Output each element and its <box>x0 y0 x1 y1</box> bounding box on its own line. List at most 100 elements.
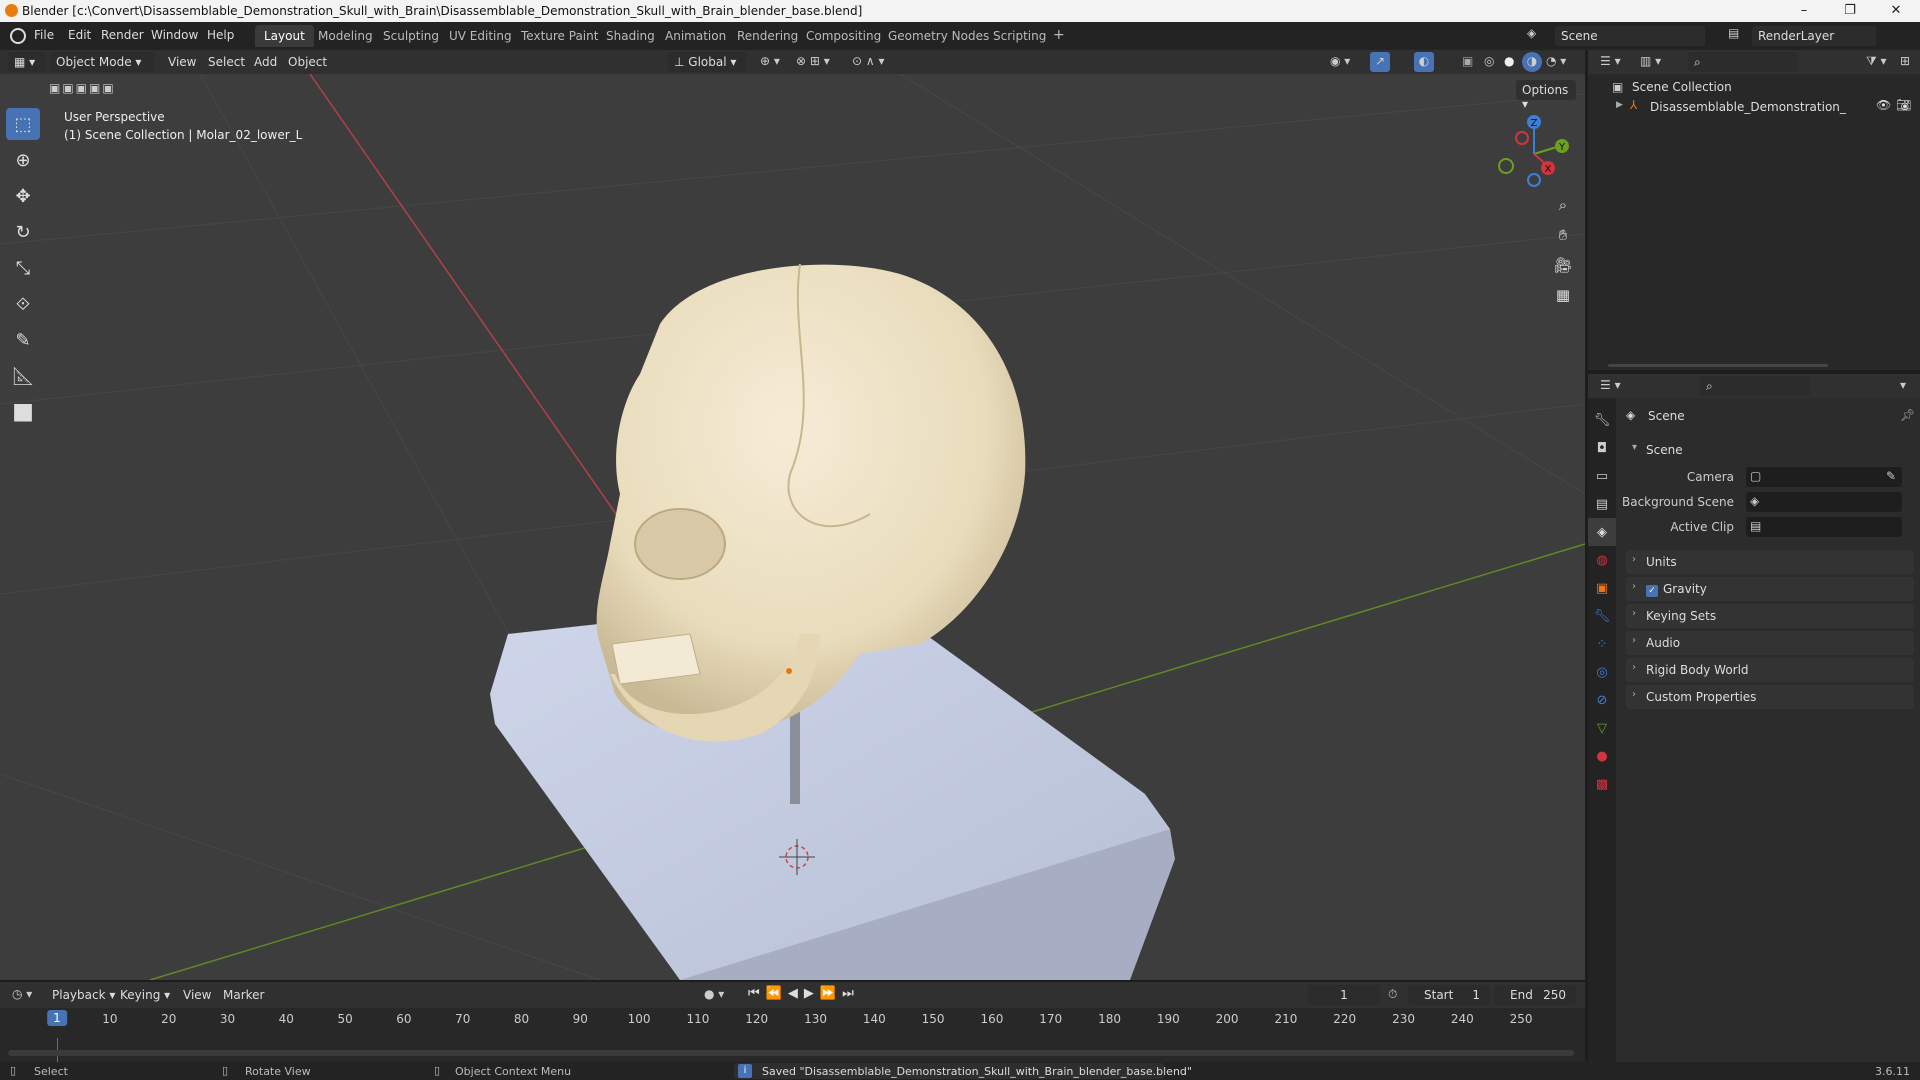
timeline[interactable]: 1 10 20 30 40 50 60 70 80 90 100 110 120 130 140 150 160… <box>0 1008 1585 1062</box>
pin-icon[interactable]: 📌︎ <box>1900 408 1915 422</box>
scene-selector[interactable]: Scene <box>1555 26 1705 46</box>
menu-render[interactable]: Render <box>101 28 144 42</box>
menu-window[interactable]: Window <box>151 28 198 42</box>
data-tab-icon[interactable]: ▽ <box>1588 714 1616 742</box>
outliner-scrollbar[interactable] <box>1608 364 1828 367</box>
timeline-menu-view[interactable]: View <box>183 988 211 1002</box>
material-tab-icon[interactable]: ● <box>1588 742 1616 770</box>
blender-menu-icon[interactable] <box>10 28 26 44</box>
scene-collection-label[interactable]: Scene Collection <box>1632 80 1732 94</box>
maximize-button[interactable]: ❐ <box>1827 0 1873 22</box>
viewport-menu-object[interactable]: Object <box>288 55 327 69</box>
current-frame-marker[interactable]: 1 <box>47 1010 67 1026</box>
tab-shading[interactable]: Shading <box>597 25 664 47</box>
orientation-dropdown[interactable]: ⊥ Global ▾ <box>668 52 746 72</box>
menu-help[interactable]: Help <box>207 28 234 42</box>
solid-shading-icon[interactable]: ● <box>1504 54 1514 68</box>
view-layer-selector[interactable]: RenderLayer <box>1752 26 1876 46</box>
timeline-menu-keying[interactable]: Keying ▾ <box>120 988 170 1002</box>
gravity-checkbox[interactable]: ✓ <box>1646 585 1658 597</box>
timeline-scrollbar[interactable] <box>8 1050 1574 1056</box>
end-frame-field[interactable]: End 250 <box>1494 985 1576 1005</box>
pivot-icon[interactable]: ⊕ ▾ <box>760 54 780 68</box>
pan-hand-icon[interactable]: ✋︎ <box>1550 222 1576 248</box>
custom-properties-panel[interactable]: › Custom Properties <box>1626 685 1914 709</box>
view-layer-tab-icon[interactable]: ▤ <box>1588 490 1616 518</box>
background-scene-field[interactable]: ◈ <box>1746 492 1902 512</box>
timeline-editor-type-icon[interactable]: ◷ ▾ <box>12 987 32 1001</box>
particles-tab-icon[interactable]: ⁘ <box>1588 630 1616 658</box>
physics-tab-icon[interactable]: ◎ <box>1588 658 1616 686</box>
tab-texture-paint[interactable]: Texture Paint <box>512 25 607 47</box>
scene-tab-icon[interactable]: ◈ <box>1588 518 1616 546</box>
tab-uv-editing[interactable]: UV Editing <box>440 25 521 47</box>
eyedropper-icon[interactable]: ✎ <box>1886 469 1896 483</box>
xray-icon[interactable]: ▣ <box>1462 54 1473 68</box>
menu-edit[interactable]: Edit <box>68 28 91 42</box>
visibility-icon[interactable]: ◉ ▾ <box>1330 54 1350 68</box>
display-mode-icon[interactable]: ▥ ▾ <box>1640 54 1661 68</box>
units-panel[interactable]: › Units <box>1626 550 1914 574</box>
outliner-editor-type-icon[interactable]: ☰ ▾ <box>1600 54 1621 68</box>
camera-view-icon[interactable]: 🎥︎ <box>1550 252 1576 278</box>
editor-type-dropdown[interactable]: ▦ ▾ <box>8 52 46 72</box>
options-dropdown[interactable]: Options ▾ <box>1516 80 1576 111</box>
gizmo-toggle-icon[interactable]: ↗ <box>1370 52 1390 72</box>
expand-chevron-icon[interactable]: ▶ <box>1616 100 1623 110</box>
outliner-search-input[interactable]: ⌕ <box>1688 52 1798 72</box>
proportional-edit-icon[interactable]: ⊙ ∧ ▾ <box>852 54 885 68</box>
stopwatch-icon[interactable]: ⏱ <box>1388 987 1397 1002</box>
viewport-menu-select[interactable]: Select <box>208 55 245 69</box>
active-clip-field[interactable]: ▤ <box>1746 517 1902 537</box>
perspective-toggle-icon[interactable]: ▦ <box>1550 282 1576 308</box>
render-camera-icon[interactable]: 📷︎ <box>1896 98 1911 112</box>
tool-tab-icon[interactable]: 🔧︎ <box>1588 406 1616 434</box>
3d-viewport[interactable]: User Perspective (1) Scene Collection | … <box>0 74 1585 980</box>
navigation-gizmo[interactable]: Z Y X <box>1490 114 1572 196</box>
close-button[interactable]: ✕ <box>1873 0 1919 22</box>
zoom-icon[interactable]: ⌕ <box>1550 192 1576 218</box>
mode-dropdown[interactable]: Object Mode ▾ <box>50 52 154 72</box>
object-tab-icon[interactable]: ▣ <box>1588 574 1616 602</box>
tab-compositing[interactable]: Compositing <box>797 25 890 47</box>
wireframe-shading-icon[interactable]: ◎ <box>1484 54 1494 68</box>
tab-modeling[interactable]: Modeling <box>309 25 382 47</box>
tab-animation[interactable]: Animation <box>656 25 735 47</box>
gravity-panel[interactable]: › ✓ Gravity <box>1626 577 1914 601</box>
overlay-toggle-icon[interactable]: ◐ <box>1414 52 1434 72</box>
tab-rendering[interactable]: Rendering <box>728 25 807 47</box>
annotate-tool-icon[interactable]: ✎ <box>6 324 40 356</box>
snap-icon[interactable]: ⊗ ⊞ ▾ <box>796 54 830 68</box>
modifier-tab-icon[interactable]: 🔧︎ <box>1588 602 1616 630</box>
rigid-body-world-panel[interactable]: › Rigid Body World <box>1626 658 1914 682</box>
rotate-tool-icon[interactable]: ↻ <box>6 216 40 248</box>
move-tool-icon[interactable]: ✥ <box>6 180 40 212</box>
timeline-menu-marker[interactable]: Marker <box>223 988 264 1002</box>
tab-layout[interactable]: Layout <box>255 25 314 47</box>
texture-tab-icon[interactable]: ▩ <box>1588 770 1616 798</box>
properties-search-input[interactable]: ⌕ <box>1700 376 1810 396</box>
current-frame-field[interactable]: 1 <box>1308 985 1380 1005</box>
start-frame-field[interactable]: Start 1 <box>1408 985 1490 1005</box>
scale-tool-icon[interactable]: ⤡ <box>6 252 40 284</box>
playback-controls[interactable]: ⏮⏪◀▶⏩⏭ <box>748 986 860 1001</box>
material-shading-icon[interactable]: ◑ <box>1522 52 1542 72</box>
filter-icon[interactable]: ⧩ ▾ <box>1866 54 1887 69</box>
audio-panel[interactable]: › Audio <box>1626 631 1914 655</box>
measure-tool-icon[interactable]: 📐︎ <box>6 360 40 392</box>
new-collection-icon[interactable]: ⊞ <box>1900 54 1910 68</box>
world-tab-icon[interactable]: ◍ <box>1588 546 1616 574</box>
output-tab-icon[interactable]: ▭ <box>1588 462 1616 490</box>
rendered-shading-icon[interactable]: ◔ ▾ <box>1546 54 1566 68</box>
viewport-menu-view[interactable]: View <box>168 55 196 69</box>
tab-sculpting[interactable]: Sculpting <box>374 25 448 47</box>
viewport-menu-add[interactable]: Add <box>254 55 277 69</box>
select-box-tool-icon[interactable]: ⬚ <box>6 108 40 140</box>
menu-file[interactable]: File <box>34 28 54 42</box>
selection-mode-icons[interactable]: ▣▣▣▣▣ <box>49 81 116 95</box>
add-cube-tool-icon[interactable]: ⬛︎ <box>6 396 40 428</box>
timeline-menu-playback[interactable]: Playback ▾ <box>52 988 115 1002</box>
cursor-tool-icon[interactable]: ⊕ <box>6 144 40 176</box>
scene-section-header[interactable]: ▾ Scene <box>1626 438 1914 462</box>
add-workspace-icon[interactable]: + <box>1044 25 1074 47</box>
